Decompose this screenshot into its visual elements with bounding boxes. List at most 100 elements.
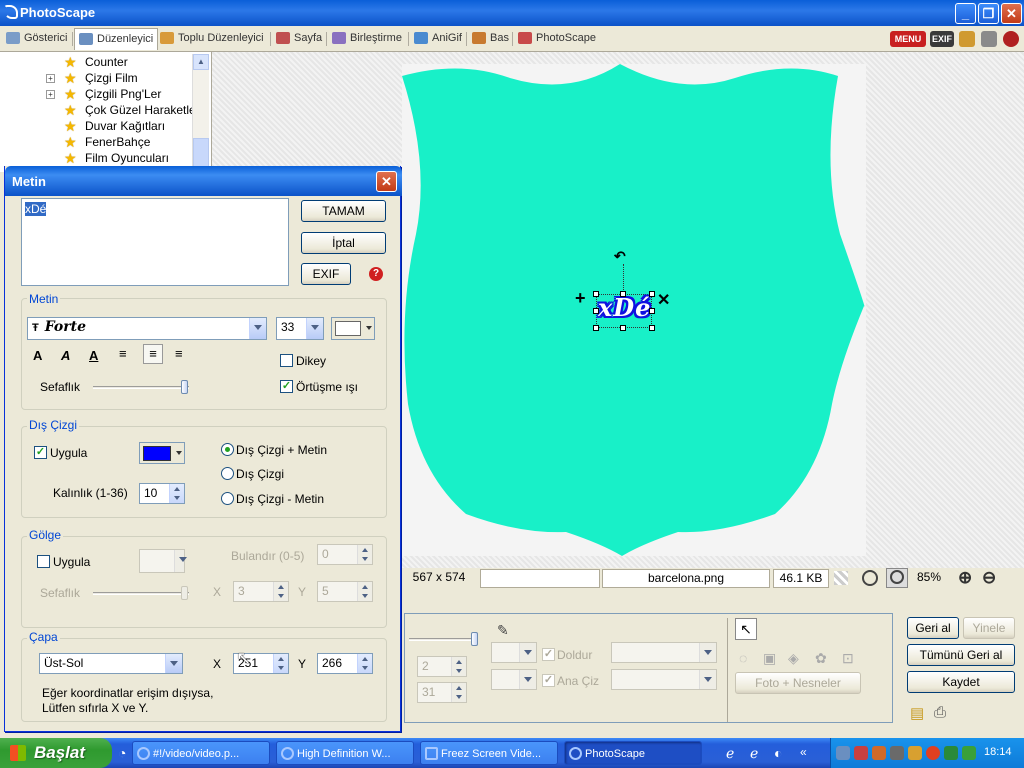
bottom-slider[interactable] <box>409 632 478 646</box>
tab-photoscape[interactable]: PhotoScape <box>514 28 600 50</box>
undo-button[interactable]: Geri al <box>907 617 959 639</box>
close-button[interactable]: ✕ <box>1001 3 1022 24</box>
shadow-x-spinner[interactable]: 3 <box>233 581 289 602</box>
expand-icon[interactable]: + <box>46 90 55 99</box>
start-button[interactable]: Başlat <box>0 738 112 768</box>
tray-app-icon[interactable] <box>854 746 868 760</box>
fill-color-picker[interactable] <box>491 642 537 663</box>
maximize-button[interactable]: ❐ <box>978 3 999 24</box>
tab-print[interactable]: Bas <box>468 28 513 50</box>
app-quicklaunch-icon[interactable]: ◐ <box>774 745 782 761</box>
resize-handle[interactable] <box>593 291 599 297</box>
exif-icon[interactable]: EXIF <box>930 31 954 47</box>
transparency-icon[interactable] <box>834 571 848 585</box>
volume-icon[interactable] <box>872 746 886 760</box>
ok-button[interactable]: TAMAM <box>301 200 386 222</box>
exif-button[interactable]: EXIF <box>301 263 351 285</box>
update-quicklaunch-icon[interactable]: ℯ <box>750 745 758 762</box>
slider-thumb[interactable] <box>181 586 188 600</box>
zoom-in-icon[interactable]: ⊕ <box>958 568 972 588</box>
dialog-close-button[interactable]: ✕ <box>376 171 397 192</box>
network-icon[interactable] <box>836 746 850 760</box>
thickness-spinner[interactable]: 10 <box>139 483 185 504</box>
fill-style-select[interactable] <box>611 642 717 663</box>
folder-icon[interactable] <box>959 31 975 47</box>
delete-handle-icon[interactable]: ✕ <box>657 290 670 310</box>
italic-icon[interactable]: A <box>61 348 70 363</box>
taskbar-task[interactable]: Freez Screen Vide... <box>420 741 558 765</box>
zoom-actual-icon[interactable] <box>886 568 908 588</box>
resize-handle[interactable] <box>593 308 599 314</box>
antialias-checkbox[interactable]: ✓ <box>280 380 293 393</box>
tray-app-icon[interactable] <box>926 746 940 760</box>
nvidia-icon[interactable] <box>962 746 976 760</box>
photo-objects-button[interactable]: Foto + Nesneler <box>735 672 861 694</box>
pointer-icon[interactable]: ↖ <box>735 618 757 640</box>
outline-minus-text-radio[interactable] <box>221 492 234 505</box>
cancel-button[interactable]: İptal <box>301 232 386 254</box>
anchor-position-select[interactable]: Üst-Sol <box>39 653 183 674</box>
redo-button[interactable]: Yinele <box>963 617 1015 639</box>
taskbar-task[interactable]: #!/video/video.p... <box>132 741 270 765</box>
resize-handle[interactable] <box>593 325 599 331</box>
shadow-y-spinner[interactable]: 5 <box>317 581 373 602</box>
blur-spinner[interactable]: 0 <box>317 544 373 565</box>
scroll-up-icon[interactable]: ▲ <box>193 54 209 70</box>
ie-quicklaunch-icon[interactable]: ℯ <box>726 745 734 762</box>
copy-icon[interactable] <box>981 31 997 47</box>
text-opacity-slider[interactable] <box>93 380 189 394</box>
slider-thumb[interactable] <box>181 380 188 394</box>
canvas-text[interactable]: xDé <box>598 293 651 322</box>
rotate-handle-icon[interactable]: ↶ <box>614 248 626 265</box>
move-handle-icon[interactable]: + <box>575 288 586 309</box>
text-object-icon[interactable]: ⊡ <box>842 650 854 667</box>
tab-page[interactable]: Sayfa <box>272 28 326 50</box>
bold-icon[interactable]: A <box>33 348 42 363</box>
outline-color-picker[interactable] <box>491 669 537 690</box>
tab-batch-editor[interactable]: Toplu Düzenleyici <box>156 28 268 50</box>
resize-handle[interactable] <box>620 291 626 297</box>
resize-handle[interactable] <box>649 325 655 331</box>
eyedropper-icon[interactable]: ✎ <box>497 622 509 639</box>
tray-app-icon[interactable] <box>944 746 958 760</box>
taskbar-task[interactable]: High Definition W... <box>276 741 414 765</box>
slider-thumb[interactable] <box>471 632 478 646</box>
shadow-color-picker[interactable] <box>139 549 187 573</box>
save-button[interactable]: Kaydet <box>907 671 1015 693</box>
align-center-icon[interactable]: ≡ <box>143 344 163 364</box>
resize-handle[interactable] <box>649 308 655 314</box>
expand-icon[interactable]: + <box>46 74 55 83</box>
tree-scrollbar[interactable]: ▲ <box>192 54 209 172</box>
tab-editor[interactable]: Düzenleyici <box>74 28 159 50</box>
quick-launch-icon[interactable]: ◔ <box>118 745 126 761</box>
help-icon[interactable] <box>1003 31 1019 47</box>
text-input[interactable]: xDé <box>21 198 289 286</box>
outline-style-select[interactable] <box>611 669 717 690</box>
outline-color-picker[interactable] <box>139 442 185 464</box>
tab-viewer[interactable]: Gösterici <box>2 28 71 50</box>
menu-icon[interactable]: MENU <box>890 31 926 47</box>
icon-object-icon[interactable]: ◈ <box>788 650 799 667</box>
font-size-select[interactable]: 33 <box>276 317 324 340</box>
underline-icon[interactable]: A <box>89 348 98 363</box>
font-select[interactable]: Ŧ Forte <box>27 317 267 340</box>
photo-icon[interactable]: ▣ <box>763 650 776 667</box>
align-left-icon[interactable]: ≡ <box>119 346 127 361</box>
figure-icon[interactable]: ✿ <box>815 650 827 667</box>
outline-plus-text-radio[interactable] <box>221 443 234 456</box>
help-icon[interactable]: ? <box>369 267 383 281</box>
taskbar-task-active[interactable]: PhotoScape <box>564 741 702 765</box>
text-color-picker[interactable] <box>331 317 375 340</box>
tray-app-icon[interactable] <box>890 746 904 760</box>
align-right-icon[interactable]: ≡ <box>175 346 183 361</box>
zoom-out-icon[interactable]: ⊖ <box>982 568 996 588</box>
vertical-checkbox[interactable] <box>280 354 293 367</box>
size-spinner-2[interactable]: 31 <box>417 682 467 703</box>
anchor-y-spinner[interactable]: 266 <box>317 653 373 674</box>
outline-apply-checkbox[interactable]: ✓ <box>34 446 47 459</box>
undo-all-button[interactable]: Tümünü Geri al <box>907 644 1015 666</box>
fill-checkbox[interactable]: ✓ <box>542 648 555 661</box>
print-small-icon[interactable]: ⎙ <box>934 704 946 721</box>
shadow-apply-checkbox[interactable] <box>37 555 50 568</box>
show-more-icon[interactable]: « <box>800 745 807 759</box>
